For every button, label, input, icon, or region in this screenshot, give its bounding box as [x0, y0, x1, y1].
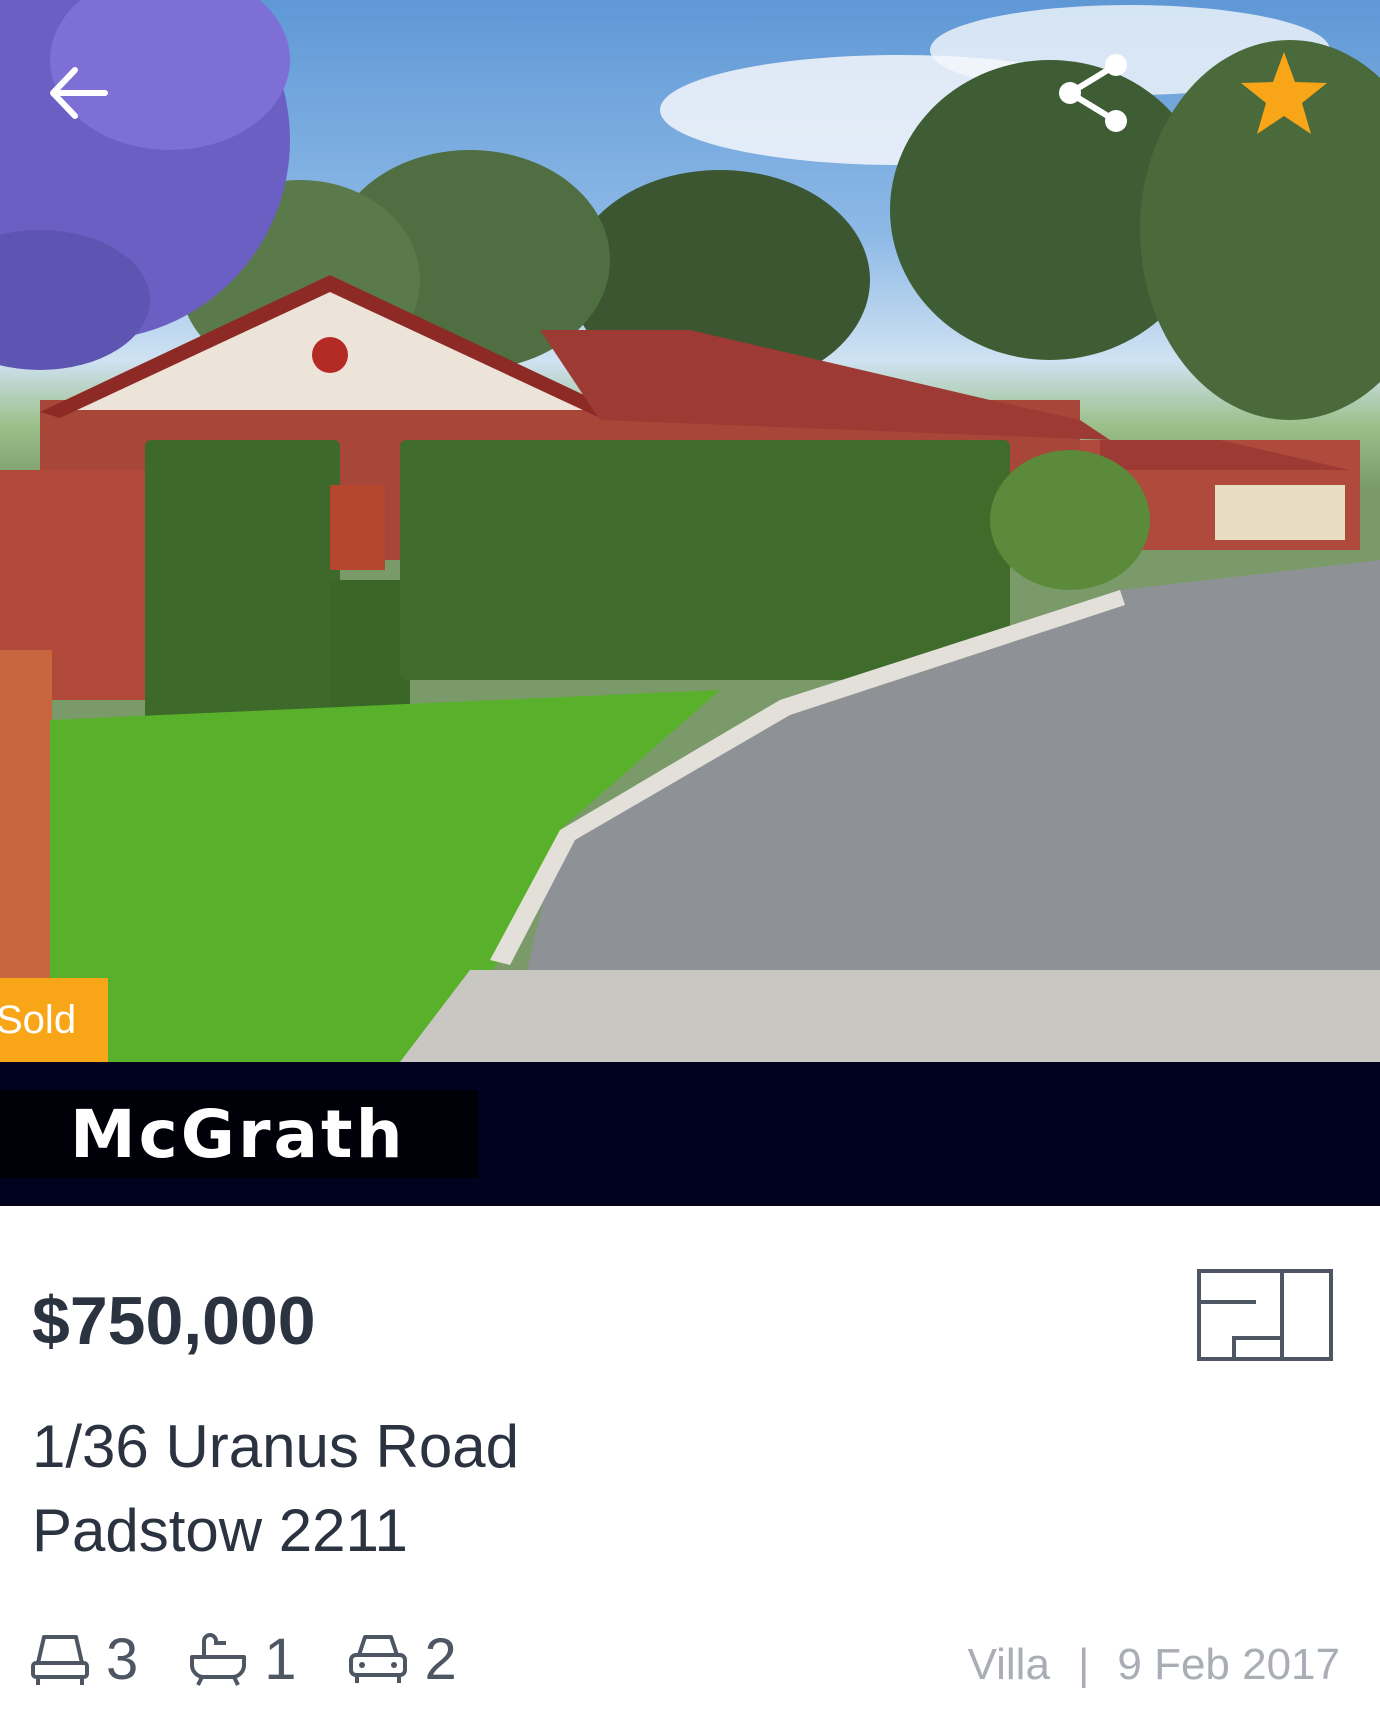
- agency-logo: McGrath: [0, 1090, 478, 1178]
- bath-icon: [190, 1633, 247, 1686]
- agency-banner[interactable]: McGrath: [0, 1062, 1380, 1206]
- car-icon: [348, 1635, 407, 1683]
- star-icon: [1241, 52, 1327, 134]
- property-type: Villa: [967, 1640, 1050, 1689]
- share-button[interactable]: [1044, 43, 1144, 143]
- favorite-button[interactable]: [1234, 43, 1334, 143]
- status-badge: Sold: [0, 978, 108, 1062]
- address-suburb: Padstow 2211: [32, 1497, 408, 1564]
- address-street: 1/36 Uranus Road: [32, 1413, 519, 1480]
- floorplan-button[interactable]: [1196, 1268, 1334, 1364]
- bedrooms-count: 3: [106, 1626, 139, 1692]
- meta-separator: |: [1077, 1640, 1090, 1689]
- back-button[interactable]: [28, 43, 128, 143]
- property-photo: [0, 0, 1380, 1062]
- hero-photo[interactable]: Sold: [0, 0, 1380, 1062]
- bathrooms-count: 1: [264, 1626, 297, 1692]
- agency-name: McGrath: [70, 1095, 406, 1173]
- listing-price: $750,000: [32, 1283, 316, 1359]
- feature-bathrooms: 1: [188, 1626, 297, 1693]
- share-icon: [1059, 54, 1127, 132]
- feature-bedrooms: 3: [30, 1626, 138, 1693]
- property-features: 3 1 2: [30, 1624, 507, 1694]
- floorplan-icon: [1197, 1269, 1333, 1361]
- car-spaces-count: 2: [424, 1626, 457, 1692]
- bed-icon: [31, 1635, 89, 1685]
- arrow-left-icon: [50, 67, 108, 119]
- feature-car-spaces: 2: [347, 1626, 457, 1693]
- sold-date: 9 Feb 2017: [1117, 1640, 1340, 1689]
- status-badge-label: Sold: [0, 998, 77, 1042]
- listing-meta: Villa | 9 Feb 2017: [968, 1640, 1340, 1690]
